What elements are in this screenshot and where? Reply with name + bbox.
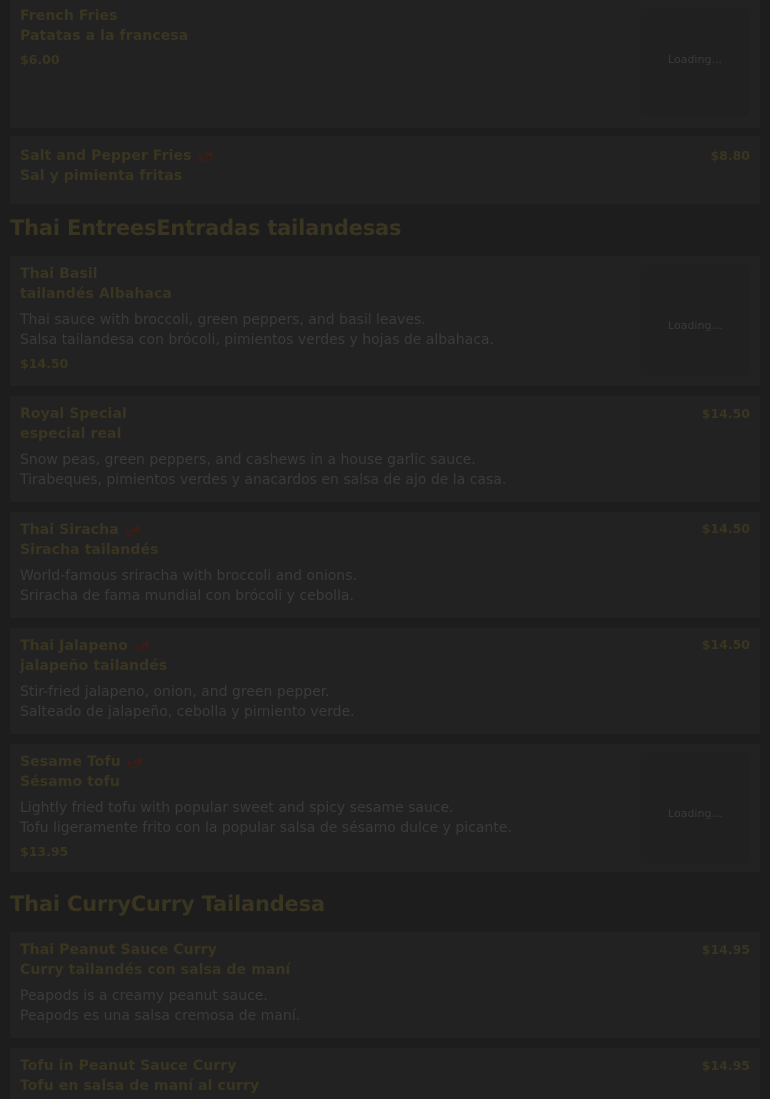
item-description: Thai sauce with broccoli, green peppers,… — [20, 312, 426, 328]
item-name-es: Sal y pimienta fritas — [20, 168, 183, 184]
item-description-es: Peapods es una salsa cremosa de maní. — [20, 1008, 301, 1024]
loading-text: Loading... — [668, 53, 722, 66]
menu-item-card[interactable]: French Fries Patatas a la francesa $6.00… — [10, 0, 760, 128]
menu-item-card[interactable]: Tofu in Peanut Sauce Curry Tofu en salsa… — [10, 1048, 760, 1099]
item-name: Thai Basil — [20, 266, 98, 282]
item-price: $14.50 — [20, 356, 69, 371]
menu-item-card[interactable]: Thai Basil tailandés Albahaca Thai sauce… — [10, 256, 760, 386]
item-image-placeholder: Loading... — [640, 264, 750, 376]
item-name: Royal Special — [20, 406, 127, 422]
menu-item-card[interactable]: Thai Siracha 🌶 Siracha tailandés World-fa… — [10, 512, 760, 618]
item-image-placeholder: Loading... — [640, 8, 750, 116]
item-description: Stir-fried jalapeno, onion, and green pe… — [20, 684, 330, 700]
item-price: $6.00 — [20, 52, 60, 67]
menu-item-card[interactable]: Sesame Tofu 🌶 Sésamo tofu Lightly fried t… — [10, 744, 760, 872]
loading-text: Loading... — [668, 319, 722, 332]
section-title: Thai EntreesEntradas tailandesas — [10, 216, 402, 240]
item-description-es: Sriracha de fama mundial con brócoli y c… — [20, 588, 354, 604]
item-name: Sesame Tofu — [20, 754, 121, 770]
item-name: Tofu in Peanut Sauce Curry — [20, 1058, 237, 1074]
item-price: $14.95 — [701, 942, 750, 957]
item-description: Snow peas, green peppers, and cashews in… — [20, 452, 476, 468]
item-name-es: Curry tailandés con salsa de maní — [20, 962, 291, 978]
item-price: $14.50 — [701, 406, 750, 421]
item-name-es: tailandés Albahaca — [20, 286, 172, 302]
item-name-es: Patatas a la francesa — [20, 28, 189, 44]
menu-item-card[interactable]: Royal Special especial real Snow peas, g… — [10, 396, 760, 502]
item-price: $14.50 — [701, 521, 750, 536]
item-name: Salt and Pepper Fries — [20, 148, 192, 164]
item-name: Thai Siracha — [20, 522, 119, 538]
item-name-es: Sésamo tofu — [20, 774, 120, 790]
item-description-es: Tofu ligeramente frito con la popular sa… — [20, 820, 512, 836]
item-price: $8.80 — [710, 148, 750, 163]
item-name-es: Siracha tailandés — [20, 542, 159, 558]
item-description: World-famous sriracha with broccoli and … — [20, 568, 357, 584]
menu-item-card[interactable]: Salt and Pepper Fries 🌶 Sal y pimienta fr… — [10, 136, 760, 204]
menu-page: French Fries Patatas a la francesa $6.00… — [0, 0, 770, 1099]
item-price: $14.50 — [701, 637, 750, 652]
menu-item-card[interactable]: Thai Jalapeno 🌶 jalapeño tailandés Stir-f… — [10, 628, 760, 734]
item-price: $13.95 — [20, 844, 69, 859]
item-description-es: Salsa tailandesa con brócoli, pimientos … — [20, 332, 494, 348]
chili-icon: 🌶 — [125, 753, 144, 771]
section-title: Thai CurryCurry Tailandesa — [10, 892, 325, 916]
chili-icon: 🌶 — [123, 521, 142, 539]
item-name: Thai Peanut Sauce Curry — [20, 942, 217, 958]
item-description: Lightly fried tofu with popular sweet an… — [20, 800, 454, 816]
item-name: Thai Jalapeno — [20, 638, 128, 654]
item-name-es: especial real — [20, 426, 122, 442]
item-description: Peapods is a creamy peanut sauce. — [20, 988, 268, 1004]
item-price: $14.95 — [701, 1058, 750, 1073]
item-description-es: Salteado de jalapeño, cebolla y pimiento… — [20, 704, 355, 720]
item-description-es: Tirabeques, pimientos verdes y anacardos… — [20, 472, 507, 488]
loading-text: Loading... — [668, 807, 722, 820]
item-name-es: jalapeño tailandés — [20, 658, 168, 674]
chili-icon: 🌶 — [196, 147, 215, 165]
menu-item-card[interactable]: Thai Peanut Sauce Curry Curry tailandés … — [10, 932, 760, 1038]
item-name: French Fries — [20, 8, 118, 24]
item-image-placeholder: Loading... — [640, 752, 750, 864]
chili-icon: 🌶 — [132, 637, 151, 655]
item-name-es: Tofu en salsa de maní al curry — [20, 1078, 260, 1094]
